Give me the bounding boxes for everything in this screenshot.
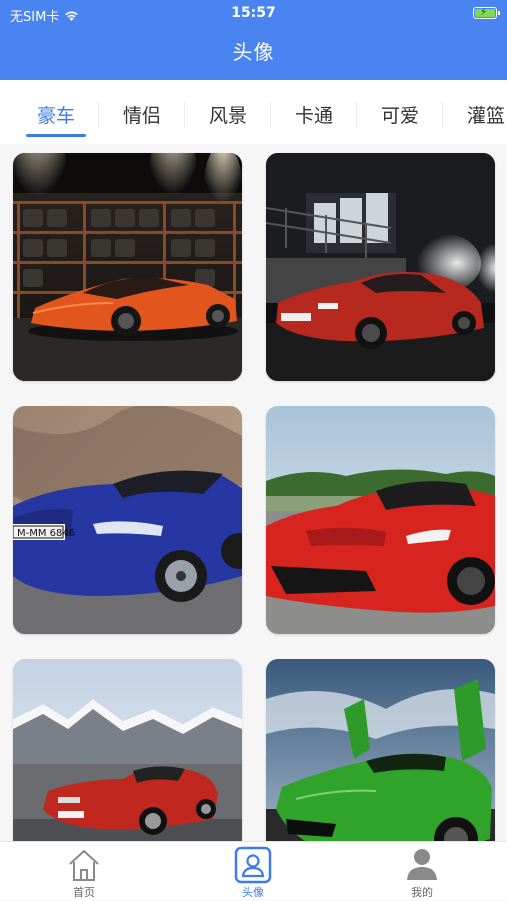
avatar-card-red-hypercar[interactable]	[266, 406, 495, 634]
tab-guanlan[interactable]: 灌篮	[443, 80, 507, 144]
bottom-tab-label: 首页	[73, 886, 95, 899]
avatar-card-red-roadster[interactable]	[13, 659, 242, 841]
tab-fengjing[interactable]: 风景	[185, 80, 271, 144]
active-tab-indicator	[26, 134, 86, 137]
avatar-card-red-coupe[interactable]	[266, 153, 495, 381]
tab-qinglv[interactable]: 情侣	[99, 80, 185, 144]
status-bar: 无SIM卡 15:57 ⚡	[0, 0, 507, 28]
bottom-tab-avatar[interactable]: 头像	[203, 842, 303, 901]
tab-label: 豪车	[36, 105, 75, 127]
bottom-tab-label: 我的	[411, 886, 433, 899]
avatar-card-orange-supercar[interactable]	[13, 153, 242, 381]
bottom-tab-label: 头像	[242, 886, 264, 899]
avatar-icon	[234, 846, 272, 884]
avatar-card-green-supercar[interactable]	[266, 659, 495, 841]
orange-supercar-image	[13, 153, 242, 381]
bottom-tab-mine[interactable]: 我的	[372, 842, 472, 901]
page-title: 头像	[232, 40, 275, 64]
app-header: 无SIM卡 15:57 ⚡ 头像	[0, 0, 507, 80]
license-plate: M-MM 6846	[17, 528, 75, 539]
red-hypercar-image	[266, 406, 495, 634]
red-coupe-image	[266, 153, 495, 381]
tab-katong[interactable]: 卡通	[271, 80, 357, 144]
user-icon	[407, 849, 437, 880]
tab-label: 卡通	[294, 105, 333, 127]
category-tabs: 豪车 情侣 风景 卡通 可爱 灌篮	[0, 80, 507, 144]
battery-icon: ⚡	[473, 7, 500, 19]
tab-label: 情侣	[122, 105, 161, 127]
tab-label: 风景	[208, 105, 247, 127]
red-roadster-image	[13, 659, 242, 841]
bottom-tab-bar: 首页 头像 我的	[0, 841, 507, 900]
avatar-card-blue-convertible[interactable]: M-MM 6846	[13, 406, 242, 634]
tab-label: 灌篮	[466, 105, 505, 127]
bottom-tab-home[interactable]: 首页	[34, 842, 134, 901]
tab-label: 可爱	[380, 105, 419, 127]
green-supercar-image	[266, 659, 495, 841]
status-time: 15:57	[231, 5, 276, 21]
tab-keai[interactable]: 可爱	[357, 80, 443, 144]
home-icon	[69, 850, 99, 881]
avatar-grid: M-MM 6846	[0, 144, 507, 841]
blue-convertible-image: M-MM 6846	[13, 406, 242, 634]
